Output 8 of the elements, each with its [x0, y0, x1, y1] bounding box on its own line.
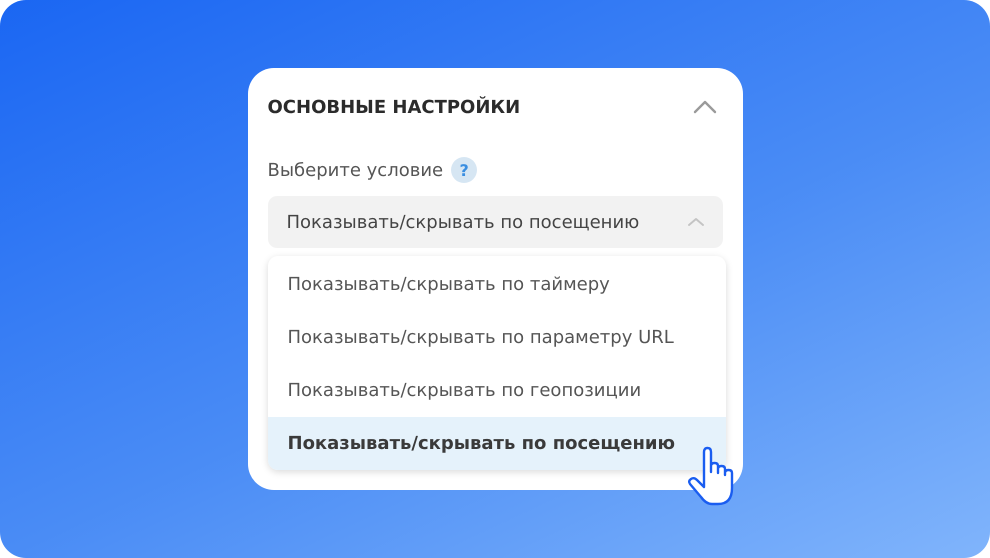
condition-select[interactable]: Показывать/скрывать по посещению	[268, 196, 722, 248]
dropdown-option[interactable]: Показывать/скрывать по параметру URL	[268, 311, 726, 364]
field-label: Выберите условие	[268, 160, 444, 180]
chevron-icon[interactable]	[692, 100, 716, 114]
dropdown-option[interactable]: Показывать/скрывать по таймеру	[268, 258, 726, 311]
section-title: ОСНОВНЫЕ НАСТРОЙКИ	[268, 96, 520, 118]
dropdown-option[interactable]: Показывать/скрывать по геопозиции	[268, 364, 726, 417]
dropdown-option[interactable]: Показывать/скрывать по посещению	[268, 417, 726, 470]
